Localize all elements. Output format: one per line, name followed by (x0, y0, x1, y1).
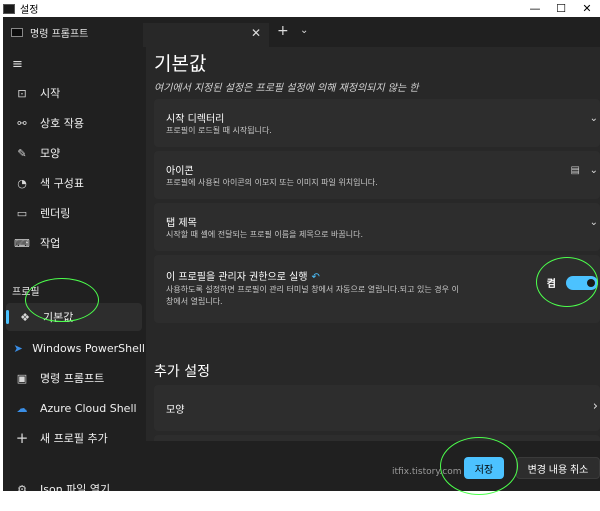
sidebar-item-interaction[interactable]: ⚯ 상호 작용 (3, 109, 145, 137)
sidebar-item-label: Azure Cloud Shell (40, 401, 137, 415)
main-panel: 기본값 여기에서 지정된 설정은 프로필 설정에 의해 재정의되지 않는 한 시… (146, 47, 600, 491)
sidebar-item-label: 렌더링 (40, 207, 71, 220)
image-file-icon: ▤ (570, 165, 580, 176)
terminal-settings-app: 명령 프롬프트 ✕ + ⌄ ≡ ⊡ 시작 ⚯ 상호 작용 ✎ 모양 ◔ 색 구성… (3, 17, 600, 491)
interaction-icon: ⚯ (17, 116, 27, 130)
keyboard-icon: ⌨ (14, 236, 30, 250)
azure-icon: ☁ (16, 401, 28, 415)
discard-changes-button[interactable]: 변경 내용 취소 (516, 457, 600, 479)
more-settings-title: 추가 설정 (154, 364, 210, 380)
sidebar-item-label: 상호 작용 (40, 117, 84, 130)
sidebar-item-color-schemes[interactable]: ◔ 색 구성표 (3, 169, 145, 197)
window-title: 설정 (20, 5, 39, 16)
chevron-right-icon[interactable]: › (593, 399, 598, 414)
chevron-down-icon[interactable]: ⌄ (300, 25, 308, 36)
run-as-admin-card: 이 프로필을 관리자 권한으로 실행 ↶ 사용하도록 설정하면 프로필이 관리 터… (154, 255, 600, 323)
layers-icon: ❖ (20, 310, 30, 324)
action-bar: 저장 변경 내용 취소 (146, 441, 600, 491)
page-title: 기본값 (154, 53, 207, 75)
card-description: 프로필에 사용된 아이콘의 이모지 또는 이미지 파일 위치입니다. (166, 178, 378, 187)
save-button[interactable]: 저장 (464, 457, 504, 479)
hamburger-menu-icon[interactable]: ≡ (12, 57, 23, 72)
sidebar-item-label: 모양 (40, 147, 61, 160)
brush-icon: ✎ (17, 146, 27, 160)
card-title-text: 이 프로필을 관리자 권한으로 실행 (166, 272, 308, 283)
starting-directory-card[interactable]: 시작 디렉터리 프로필이 로드될 때 시작됩니다. ⌄ (154, 99, 600, 147)
sidebar-item-label: 시작 (40, 87, 61, 100)
tab-title-card[interactable]: 탭 제목 시작할 때 셸에 전달되는 프로필 이름을 제목으로 바꿉니다. ⌄ (154, 203, 600, 251)
open-json-button[interactable]: ⚙ Json 파일 열기 (3, 475, 145, 492)
toggle-knob (587, 278, 595, 287)
profiles-header: 프로필 (12, 287, 40, 298)
icon-card[interactable]: 아이콘 프로필에 사용된 아이콘의 이모지 또는 이미지 파일 위치입니다. ▤… (154, 151, 600, 199)
chevron-down-icon[interactable]: ⌄ (590, 217, 598, 228)
sidebar-item-rendering[interactable]: ▭ 렌더링 (3, 199, 145, 227)
sidebar-item-label: Windows PowerShell (32, 341, 145, 355)
sidebar-item-label: 새 프로필 추가 (40, 432, 108, 445)
sidebar-item-defaults[interactable]: ❖ 기본값 (6, 303, 142, 331)
chevron-down-icon[interactable]: ⌄ (590, 113, 598, 124)
page-subtitle: 여기에서 지정된 설정은 프로필 설정에 의해 재정의되지 않는 한 (154, 83, 419, 94)
gear-icon: ⚙ (17, 482, 27, 492)
close-window-button[interactable]: ✕ (574, 0, 600, 17)
sidebar-item-appearance[interactable]: ✎ 모양 (3, 139, 145, 167)
sidebar-item-label: 색 구성표 (40, 177, 84, 190)
tab-settings[interactable]: ✕ (143, 23, 269, 47)
run-as-admin-toggle-group: 켬 (547, 275, 598, 290)
maximize-button[interactable]: ☐ (548, 0, 574, 17)
card-title: 시작 디렉터리 (166, 114, 225, 125)
run-as-admin-toggle[interactable] (566, 275, 598, 290)
watermark-text: itfix.tistory.com (392, 467, 462, 477)
sidebar-item-startup[interactable]: ⊡ 시작 (3, 79, 145, 107)
appearance-settings-card[interactable]: 모양 › (154, 385, 600, 431)
sidebar-item-command-prompt[interactable]: ▣ 명령 프롬프트 (3, 364, 145, 392)
chevron-down-icon[interactable]: ⌄ (590, 165, 598, 176)
card-description-line1-tail: 되고 있는 경우 이 (399, 285, 459, 294)
sidebar: ≡ ⊡ 시작 ⚯ 상호 작용 ✎ 모양 ◔ 색 구성표 ▭ 렌더링 ⌨ 작업 프… (3, 47, 146, 491)
terminal-app-icon (3, 3, 15, 14)
sidebar-item-label: 작업 (40, 237, 61, 250)
tab-profile-label: 명령 프롬프트 (30, 29, 89, 40)
close-icon[interactable]: ✕ (251, 26, 261, 40)
window-titlebar: 설정 — ☐ ✕ (0, 0, 600, 17)
new-tab-button[interactable]: + (277, 23, 289, 39)
card-description: 프로필이 로드될 때 시작됩니다. (166, 126, 272, 135)
card-title: 모양 (166, 405, 185, 416)
card-description-line1: 사용하도록 설정하면 프로필이 관리 터미널 창에서 자동으로 열립니다. (166, 285, 400, 294)
sidebar-item-label: 기본값 (43, 311, 74, 324)
palette-icon: ◔ (17, 176, 27, 190)
sidebar-item-actions[interactable]: ⌨ 작업 (3, 229, 145, 257)
open-json-label: Json 파일 열기 (40, 483, 111, 491)
powershell-icon: ➤ (13, 341, 23, 355)
card-title: 아이콘 (166, 166, 194, 177)
plus-icon: + (15, 429, 29, 447)
startup-icon: ⊡ (17, 86, 27, 100)
sidebar-item-azure-cloud-shell[interactable]: ☁ Azure Cloud Shell (3, 394, 145, 422)
card-description-line2: 창에서 열립니다. (166, 297, 223, 306)
sidebar-item-add-profile[interactable]: + 새 프로필 추가 (3, 424, 145, 452)
command-prompt-icon: ▣ (16, 371, 28, 385)
monitor-icon: ▭ (16, 206, 28, 220)
toggle-state-label: 켬 (546, 279, 556, 290)
minimize-button[interactable]: — (522, 0, 548, 17)
card-description: 사용하도록 설정하면 프로필이 관리 터미널 창에서 자동으로 열립니다.되고 … (166, 284, 536, 308)
card-title: 이 프로필을 관리자 권한으로 실행 ↶ (166, 268, 320, 283)
tab-profile[interactable]: 명령 프롬프트 (11, 25, 88, 40)
card-title: 탭 제목 (166, 218, 197, 229)
card-description: 시작할 때 셸에 전달되는 프로필 이름을 제목으로 바꿉니다. (166, 230, 363, 239)
sidebar-item-windows-powershell[interactable]: ➤ Windows PowerShell (3, 334, 145, 362)
sidebar-item-label: 명령 프롬프트 (40, 372, 105, 385)
terminal-icon (11, 28, 23, 37)
reset-icon[interactable]: ↶ (312, 272, 320, 283)
window-controls: — ☐ ✕ (522, 0, 600, 17)
tab-strip: 명령 프롬프트 ✕ + ⌄ (3, 17, 600, 47)
